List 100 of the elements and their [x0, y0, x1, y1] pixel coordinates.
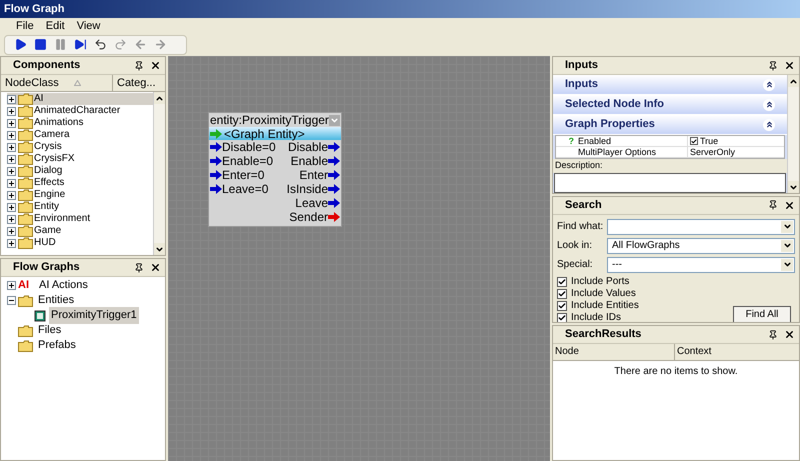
expand-button[interactable]	[7, 118, 16, 128]
combo-box[interactable]: ---	[607, 256, 795, 272]
port-arrow-icon	[210, 156, 222, 166]
description-field[interactable]	[554, 172, 786, 193]
output-port[interactable]: Sender	[289, 211, 328, 223]
tree-item[interactable]: HUD	[7, 237, 153, 249]
tree-item[interactable]: Crysis	[7, 141, 153, 153]
expand-button[interactable]	[7, 238, 16, 248]
item-label: AnimatedCharacter	[34, 105, 120, 117]
tree-item[interactable]: Dialog	[7, 165, 153, 177]
expand-button[interactable]	[7, 190, 16, 200]
tree-item[interactable]: Animations	[7, 117, 153, 129]
expand-button[interactable]	[7, 202, 16, 212]
tree-item[interactable]: AI Actions	[37, 277, 90, 294]
column-header[interactable]: Categ...	[113, 75, 153, 91]
field-label: Look in:	[557, 239, 594, 253]
close-button[interactable]	[783, 328, 795, 340]
close-button[interactable]	[149, 262, 161, 274]
input-port[interactable]: Disable=0	[222, 141, 276, 153]
play-button[interactable]	[13, 37, 28, 52]
collapse-button[interactable]	[7, 296, 16, 305]
collapse-icon[interactable]	[763, 118, 775, 130]
property-value[interactable]: ServerOnly	[690, 146, 736, 158]
folder-icon	[18, 201, 33, 213]
expand-button[interactable]	[7, 178, 16, 188]
tree-item[interactable]: Effects	[7, 177, 153, 189]
output-port[interactable]: Enable	[290, 155, 328, 167]
scrollbar[interactable]	[787, 75, 799, 193]
property-checkbox[interactable]	[690, 137, 698, 145]
column-header[interactable]: NodeClass	[1, 75, 113, 91]
section-header[interactable]: Inputs	[553, 75, 787, 95]
scrollbar[interactable]	[153, 92, 165, 255]
checkbox[interactable]	[557, 276, 567, 286]
dropdown-icon[interactable]	[781, 258, 793, 270]
item-label: Entity	[34, 201, 60, 213]
menu-item[interactable]: File	[16, 18, 34, 35]
stop-button[interactable]	[33, 37, 48, 52]
expand-button[interactable]	[7, 281, 16, 290]
input-port[interactable]: Leave=0	[222, 183, 268, 195]
checkbox[interactable]	[557, 312, 567, 322]
property-value[interactable]: True	[700, 136, 718, 146]
section-header[interactable]: Graph Properties	[553, 115, 787, 135]
close-button[interactable]	[783, 199, 795, 212]
flow-node[interactable]: entity:ProximityTrigger <Graph Entity> Disable=0 Enable=0 Enter=0 Leave=0 Disable Enable Enter IsInside Leave Sender	[208, 112, 342, 227]
node-menu-icon[interactable]	[328, 114, 340, 126]
tree-item[interactable]: CrysisFX	[7, 153, 153, 165]
collapse-icon[interactable]	[763, 78, 775, 90]
tree-item[interactable]: Entity	[7, 201, 153, 213]
output-port[interactable]: IsInside	[286, 183, 328, 195]
tree-item[interactable]: ProximityTrigger1	[49, 307, 139, 324]
pin-button[interactable]	[767, 199, 779, 212]
undo-button[interactable]	[93, 37, 108, 52]
expand-button[interactable]	[7, 142, 16, 152]
menu-item[interactable]: View	[76, 18, 100, 35]
port-arrow-icon	[328, 184, 340, 194]
combo-box[interactable]: All FlowGraphs	[607, 238, 795, 254]
pin-button[interactable]	[767, 328, 779, 340]
column-header[interactable]: Context	[675, 344, 714, 360]
pin-button[interactable]	[767, 60, 779, 72]
tree-item[interactable]: Environment	[7, 213, 153, 225]
collapse-icon[interactable]	[763, 98, 775, 110]
tree-item[interactable]: Prefabs	[36, 337, 78, 354]
tree-item[interactable]: AI	[7, 93, 153, 105]
step-button[interactable]	[73, 37, 88, 52]
entity-port[interactable]: <Graph Entity>	[209, 127, 341, 140]
column-header[interactable]: Node	[553, 344, 675, 360]
expand-button[interactable]	[7, 226, 16, 236]
close-button[interactable]	[783, 60, 795, 72]
scroll-down-icon[interactable]	[154, 243, 165, 255]
output-port[interactable]: Disable	[288, 141, 328, 153]
tree-item[interactable]: Engine	[7, 189, 153, 201]
tree-item[interactable]: Camera	[7, 129, 153, 141]
expand-button[interactable]	[7, 106, 16, 116]
find-all-button[interactable]: Find All	[733, 306, 791, 322]
checkbox[interactable]	[557, 300, 567, 310]
tree-item[interactable]: AnimatedCharacter	[7, 105, 153, 117]
expand-button[interactable]	[7, 94, 16, 104]
menu-item[interactable]: Edit	[46, 18, 65, 35]
output-port[interactable]: Leave	[295, 197, 328, 209]
tree-item[interactable]: Files	[36, 322, 64, 339]
checkbox[interactable]	[557, 288, 567, 298]
output-port[interactable]: Enter	[299, 169, 328, 181]
input-port[interactable]: Enable=0	[222, 155, 274, 167]
pin-button[interactable]	[133, 60, 145, 72]
tree-item[interactable]: Game	[7, 225, 153, 237]
section-header[interactable]: Selected Node Info	[553, 95, 787, 115]
scroll-up-icon[interactable]	[154, 92, 165, 104]
expand-button[interactable]	[7, 154, 16, 164]
scroll-down-icon[interactable]	[788, 181, 799, 193]
expand-button[interactable]	[7, 166, 16, 176]
dropdown-icon[interactable]	[781, 240, 793, 252]
expand-button[interactable]	[7, 130, 16, 140]
close-button[interactable]	[149, 60, 161, 72]
scroll-up-icon[interactable]	[788, 75, 799, 87]
input-port[interactable]: Enter=0	[222, 169, 264, 181]
pin-button[interactable]	[133, 262, 145, 274]
expand-button[interactable]	[7, 214, 16, 224]
dropdown-icon[interactable]	[781, 220, 793, 232]
graph-canvas[interactable]: entity:ProximityTrigger <Graph Entity> Disable=0 Enable=0 Enter=0 Leave=0 Disable Enable Enter IsInside Leave Sender	[168, 56, 550, 461]
tree-item[interactable]: Entities	[36, 292, 76, 309]
